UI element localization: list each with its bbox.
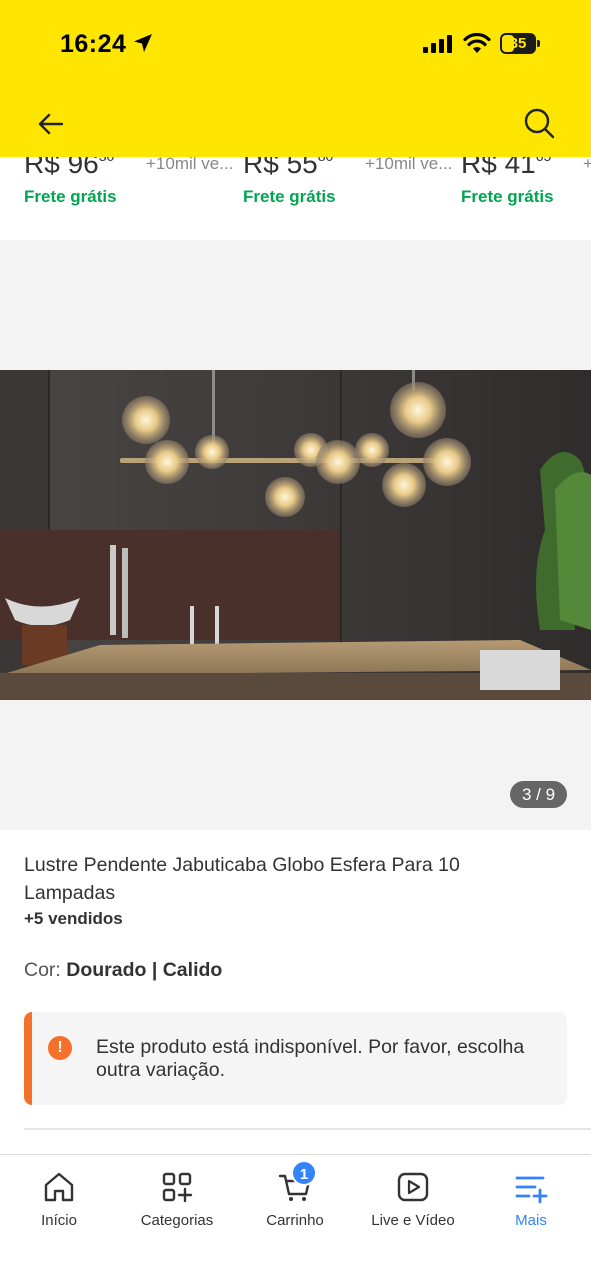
color-variation[interactable]: Cor: Dourado | Calido <box>24 959 222 982</box>
battery-level: 35 <box>509 35 527 52</box>
sold-count: +5 vendidos <box>24 909 123 928</box>
section-divider <box>24 1128 591 1130</box>
color-value: Dourado | Calido <box>66 959 223 981</box>
nav-label: Carrinho <box>266 1212 324 1229</box>
unavailable-alert: ! Este produto está indisponível. Por fa… <box>24 1012 567 1105</box>
nav-label: Categorias <box>140 1212 214 1229</box>
nav-item-categorias[interactable]: Categorias <box>118 1155 236 1245</box>
more-icon <box>515 1176 548 1204</box>
nav-label: Live e Vídeo <box>371 1212 455 1229</box>
search-icon <box>524 108 555 139</box>
carousel-shipping: Frete grátis <box>243 187 336 206</box>
product-gallery[interactable]: 3 / 9 <box>0 240 591 830</box>
alert-message: Este produto está indisponível. Por favo… <box>96 1036 525 1081</box>
product-title: Lustre Pendente Jabuticaba Globo Esfera … <box>24 854 460 904</box>
nav-item-live-video[interactable]: Live e Vídeo <box>354 1155 472 1245</box>
location-arrow-icon <box>134 34 152 52</box>
product-image[interactable] <box>0 370 591 700</box>
play-icon <box>397 1172 429 1202</box>
nav-item-mais[interactable]: Mais <box>472 1155 590 1245</box>
categories-icon <box>162 1172 193 1203</box>
battery-icon: 35 <box>500 33 540 54</box>
carousel-shipping: Frete grátis <box>24 187 117 206</box>
carousel-sold: +10mil ve... <box>146 154 234 173</box>
carousel-sold: +5 <box>583 154 591 174</box>
gallery-counter: 3 / 9 <box>510 781 567 808</box>
cart-count-badge: 1 <box>291 1160 317 1186</box>
home-icon <box>44 1172 74 1202</box>
status-time: 16:24 <box>60 30 127 58</box>
search-button[interactable] <box>518 102 560 144</box>
app-header: 16:24 35 <box>0 0 591 157</box>
carousel-shipping: Frete grátis <box>461 187 554 206</box>
alert-accent-bar <box>24 1012 32 1105</box>
nav-label: Início <box>41 1212 77 1229</box>
warning-icon: ! <box>48 1036 72 1060</box>
arrow-left-icon <box>38 113 64 135</box>
nav-label: Mais <box>515 1212 547 1229</box>
cellular-signal-icon <box>423 35 452 53</box>
carousel-sold: +10mil ve... <box>365 154 453 173</box>
nav-item-inicio[interactable]: Início <box>0 1155 118 1245</box>
back-button[interactable] <box>30 104 72 144</box>
bottom-navigation: Início Categorias Carrinho Live e Vídeo … <box>0 1154 591 1280</box>
status-bar: 16:24 35 <box>0 0 591 90</box>
color-label: Cor: <box>24 959 61 981</box>
chandelier-photo <box>0 370 591 700</box>
wifi-icon <box>463 33 491 53</box>
